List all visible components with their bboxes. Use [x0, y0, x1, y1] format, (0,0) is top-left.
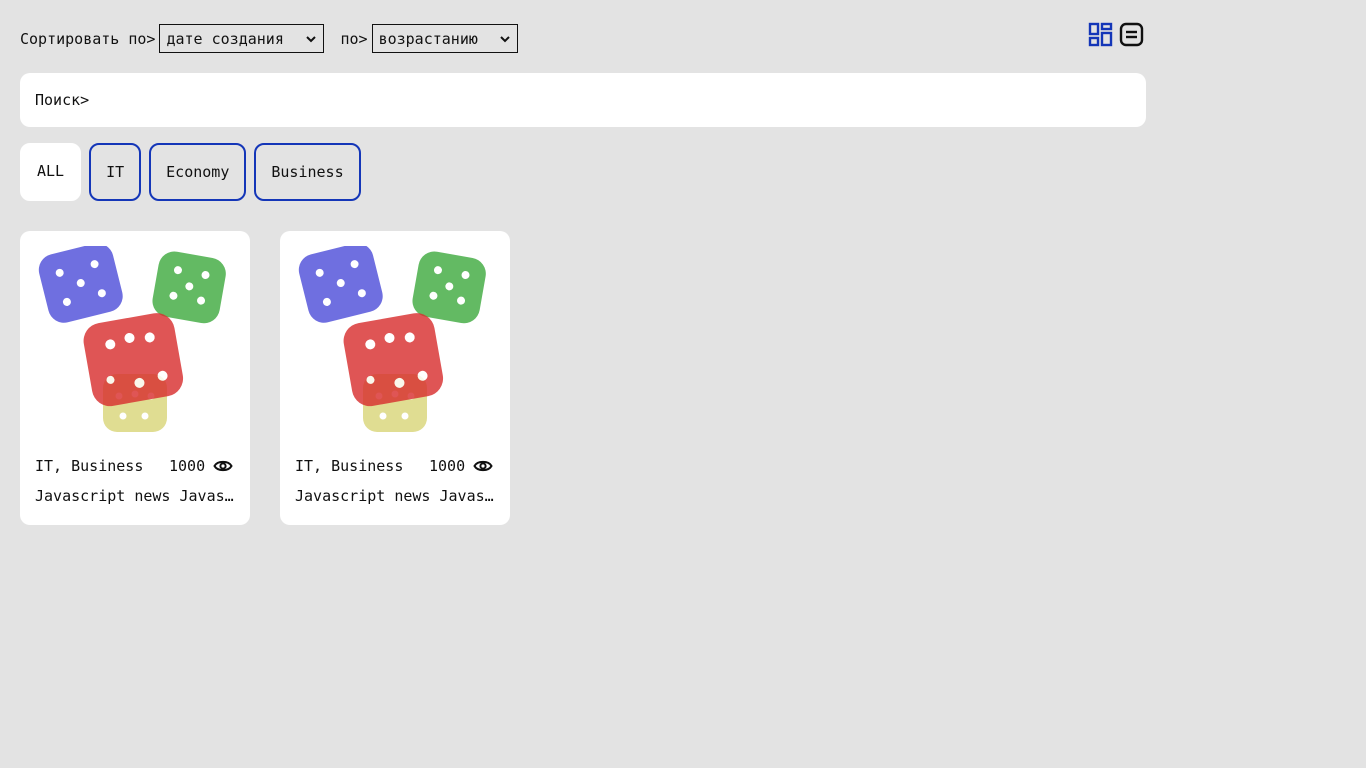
list-view-icon[interactable]: [1119, 22, 1145, 48]
dice-image: [38, 246, 226, 432]
card-meta: IT, Business 1000: [35, 456, 235, 476]
chevron-down-icon: [306, 35, 317, 42]
grid-view-icon[interactable]: [1088, 22, 1114, 48]
sort-label: Сортировать по>: [20, 29, 156, 48]
page: Сортировать по> дате создания по> возрас…: [0, 0, 1366, 768]
sort-order-value: возрастанию: [378, 29, 478, 48]
search-input[interactable]: Поиск>: [20, 73, 1146, 127]
view-toggles: [1088, 22, 1145, 48]
card-tags: IT, Business: [295, 457, 404, 475]
card-tags: IT, Business: [35, 457, 144, 475]
card-title: Javascript news Javascript news: [295, 487, 495, 505]
card-views: 1000: [169, 457, 206, 475]
filter-business[interactable]: Business: [254, 143, 361, 201]
card-title: Javascript news Javascript news: [35, 487, 235, 505]
sort-field-value: дате создания: [166, 29, 284, 48]
sort-order-label: по>: [340, 29, 368, 48]
search-label: Поиск>: [35, 91, 90, 109]
chevron-down-icon: [499, 35, 510, 42]
news-card[interactable]: IT, Business 1000 Javascript news Javasc…: [20, 231, 250, 525]
eye-icon: [473, 460, 493, 472]
card-views: 1000: [429, 457, 466, 475]
eye-icon: [213, 460, 233, 472]
sort-field-select[interactable]: дате создания: [159, 24, 325, 53]
news-card-list: IT, Business 1000 Javascript news Javasc…: [20, 231, 510, 525]
filter-all[interactable]: ALL: [20, 143, 82, 201]
sort-order-select[interactable]: возрастанию: [371, 24, 518, 53]
filter-it[interactable]: IT: [89, 143, 142, 201]
filter-economy[interactable]: Economy: [149, 143, 247, 201]
card-meta: IT, Business 1000: [295, 456, 495, 476]
category-filters: ALL IT Economy Business: [20, 143, 361, 201]
news-card[interactable]: IT, Business 1000 Javascript news Javasc…: [280, 231, 510, 525]
dice-image: [298, 246, 486, 432]
sort-controls: Сортировать по> дате создания по> возрас…: [20, 24, 518, 53]
